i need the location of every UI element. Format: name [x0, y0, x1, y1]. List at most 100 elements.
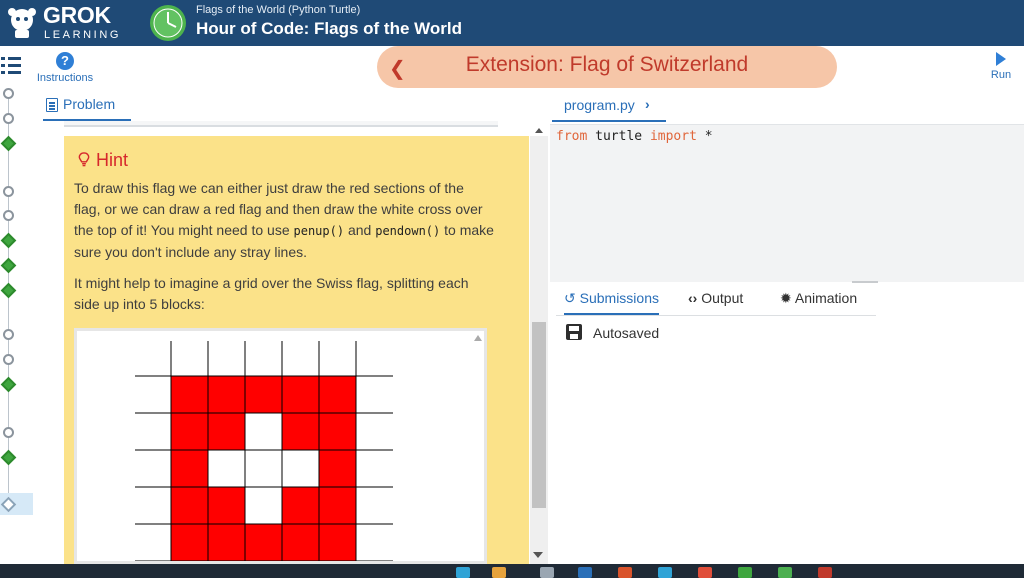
progress-node[interactable]: [3, 329, 14, 340]
logo-subtext: LEARNING: [44, 29, 122, 41]
app-header: GROK LEARNING Flags of the World (Python…: [0, 0, 1024, 46]
progress-node-complete[interactable]: [0, 257, 17, 274]
progress-node-complete[interactable]: [0, 449, 17, 466]
flag-cell-red: [171, 450, 208, 487]
progress-rail: [0, 52, 33, 564]
course-subtitle: Flags of the World (Python Turtle): [196, 4, 361, 16]
taskbar-app-icon[interactable]: [578, 567, 592, 578]
progress-node[interactable]: [3, 427, 14, 438]
logo-text: GROK: [43, 2, 111, 28]
tab-animation-label: Animation: [794, 290, 858, 306]
flag-cell-red: [282, 413, 319, 450]
module-name: turtle: [587, 129, 650, 144]
flag-cell-white: [208, 450, 245, 487]
run-button[interactable]: Run: [986, 52, 1016, 81]
taskbar-app-icon[interactable]: [492, 567, 506, 578]
code-brackets-icon: ‹›: [688, 290, 698, 306]
flag-cell-red: [171, 413, 208, 450]
editor-scrollbar[interactable]: [532, 124, 548, 564]
extension-title-bar: ❮ Extension: Flag of Switzerland: [377, 46, 837, 88]
progress-node-complete[interactable]: [0, 135, 17, 152]
history-icon: ↺: [564, 290, 576, 306]
flag-cell-red: [319, 487, 356, 524]
flag-cell-red: [245, 376, 282, 413]
image-scroll-up-icon[interactable]: [474, 335, 482, 341]
flag-cell-red: [208, 487, 245, 524]
tab-problem[interactable]: Problem: [43, 94, 131, 121]
taskbar-app-icon[interactable]: [738, 567, 752, 578]
inline-code-pendown: pendown(): [375, 224, 441, 238]
taskbar-app-icon[interactable]: [540, 567, 554, 578]
progress-node[interactable]: [3, 186, 14, 197]
grok-mascot-icon: [8, 8, 36, 38]
instructions-button[interactable]: ? Instructions: [33, 52, 97, 84]
output-tabs: ↺ Submissions ‹› Output ✹ Animation: [556, 286, 876, 316]
progress-node[interactable]: [3, 354, 14, 365]
taskbar-app-icon[interactable]: [818, 567, 832, 578]
progress-node-complete[interactable]: [0, 376, 17, 393]
flag-cell-red: [282, 376, 319, 413]
keyword-from: from: [556, 129, 588, 144]
hint-paragraph-2: It might help to imagine a grid over the…: [74, 275, 469, 312]
chevron-right-icon: ›: [645, 96, 650, 112]
taskbar-app-icon[interactable]: [658, 567, 672, 578]
problem-panel: Problem Hint To draw this flag we can ei…: [33, 90, 548, 564]
progress-node-complete[interactable]: [0, 232, 17, 249]
tab-submissions-label: Submissions: [579, 290, 659, 306]
save-icon: [566, 324, 582, 340]
run-label: Run: [990, 69, 1012, 81]
grok-logo[interactable]: GROK LEARNING: [0, 0, 130, 46]
flag-cell-red: [208, 413, 245, 450]
code-line-1[interactable]: from turtle import *: [556, 129, 713, 144]
autosaved-label: Autosaved: [593, 325, 660, 341]
tab-submissions[interactable]: ↺ Submissions: [564, 290, 659, 315]
question-icon: ?: [56, 52, 74, 70]
progress-node[interactable]: [3, 113, 14, 124]
taskbar-app-icon[interactable]: [778, 567, 792, 578]
hint-paragraph-1: To draw this flag we can either just dra…: [74, 178, 494, 263]
extension-title: Extension: Flag of Switzerland: [465, 53, 749, 76]
taskbar-app-icon[interactable]: [698, 567, 712, 578]
hint-text: and: [344, 222, 376, 238]
flag-cell-white: [245, 487, 282, 524]
play-icon: [996, 52, 1006, 66]
course-title: Hour of Code: Flags of the World: [196, 19, 462, 38]
hint-title: Hint: [96, 150, 129, 170]
flag-cell-white: [245, 450, 282, 487]
tab-animation[interactable]: ✹ Animation: [780, 290, 857, 307]
swiss-flag-grid: [135, 335, 482, 561]
hint-box: Hint To draw this flag we can either jus…: [64, 136, 529, 564]
flag-cell-red: [171, 487, 208, 524]
taskbar-app-icon[interactable]: [618, 567, 632, 578]
tab-problem-label: Problem: [63, 96, 116, 112]
tab-program-py[interactable]: program.py ›: [552, 92, 666, 122]
progress-node-complete[interactable]: [0, 282, 17, 299]
lightbulb-icon: [78, 152, 90, 167]
flag-cell-red: [282, 524, 319, 561]
document-icon: [46, 98, 58, 112]
clock-icon: [150, 5, 186, 41]
flag-cell-white: [245, 413, 282, 450]
progress-node[interactable]: [3, 210, 14, 221]
flag-cell-red: [319, 376, 356, 413]
flag-cell-red: [171, 376, 208, 413]
file-tab-label: program.py: [564, 97, 635, 113]
flag-cell-red: [282, 487, 319, 524]
flag-cell-red: [208, 376, 245, 413]
flag-cell-red: [319, 524, 356, 561]
previous-content-block: [64, 121, 498, 127]
flag-cell-red: [245, 524, 282, 561]
rail-line: [8, 90, 9, 510]
flag-cell-red: [171, 524, 208, 561]
keyword-import: import: [649, 129, 697, 144]
scroll-up-icon[interactable]: [535, 128, 543, 133]
tab-output[interactable]: ‹› Output: [688, 290, 743, 306]
taskbar-app-icon[interactable]: [456, 567, 470, 578]
pane-splitter-handle[interactable]: [852, 281, 878, 283]
inline-code-penup: penup(): [293, 224, 345, 238]
menu-list-icon[interactable]: [1, 57, 21, 75]
code-editor[interactable]: from turtle import *: [550, 124, 1024, 282]
flag-cell-white: [282, 450, 319, 487]
os-taskbar: [0, 564, 1024, 578]
progress-node[interactable]: [3, 88, 14, 99]
